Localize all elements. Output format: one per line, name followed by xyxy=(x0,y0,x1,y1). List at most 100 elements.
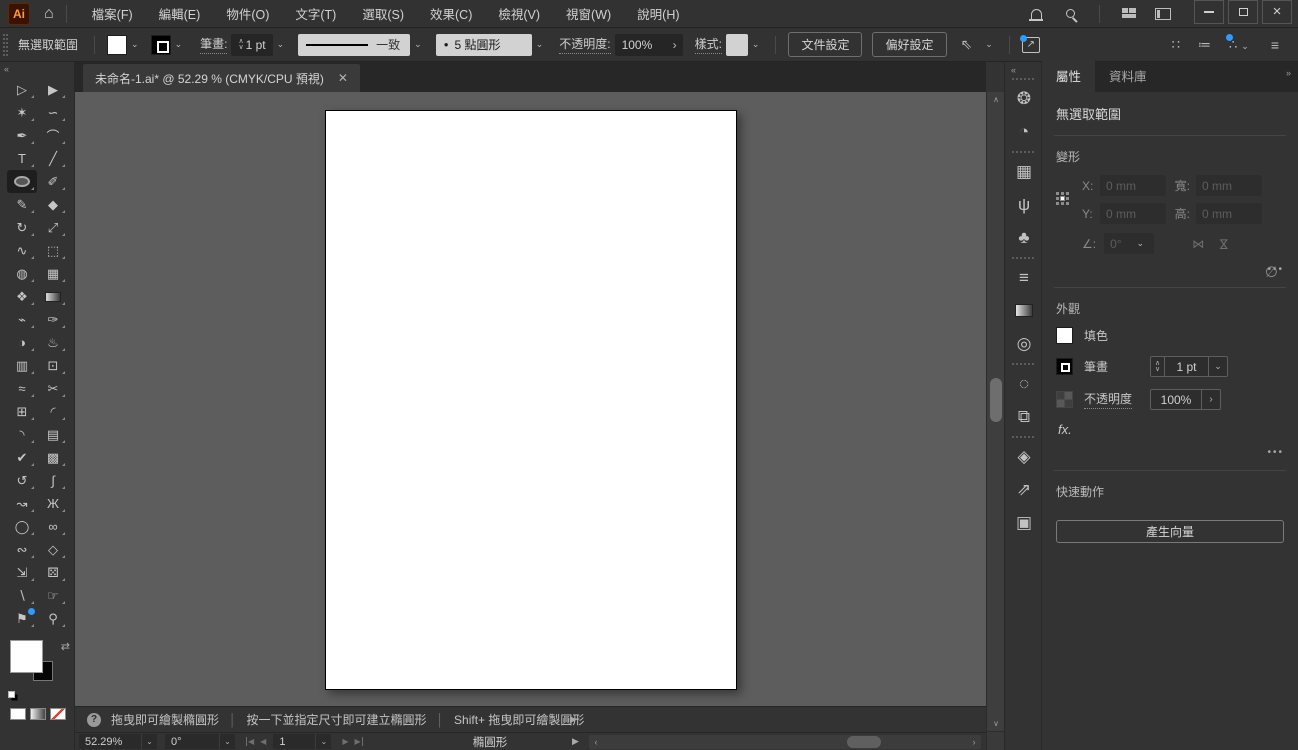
snap-options-icon[interactable]: ∴ ⌄ xyxy=(1226,33,1253,53)
artboard[interactable] xyxy=(325,110,737,690)
document-setup-button[interactable]: 文件設定 xyxy=(788,32,863,57)
eyedropper-tool[interactable]: ✑ xyxy=(38,308,68,331)
rotate-tool[interactable]: ↻ xyxy=(7,216,37,239)
zoom-dropdown-icon[interactable]: ⌄ xyxy=(141,734,157,749)
measure-tool[interactable]: ▤ xyxy=(38,423,68,446)
flip-vertical-icon[interactable]: ⋈ xyxy=(1217,237,1231,251)
illustrator-logo-icon[interactable]: Ai xyxy=(8,2,30,25)
swap-fill-stroke-icon[interactable]: ⇄ xyxy=(61,640,70,653)
stroke-weight-value[interactable]: 1 pt xyxy=(1165,356,1209,377)
hand-tool[interactable]: ☞ xyxy=(38,584,68,607)
default-fill-stroke-icon[interactable] xyxy=(8,691,15,698)
blade-tool[interactable]: ∖ xyxy=(7,584,37,607)
curvature-tool[interactable]: ⌒ xyxy=(38,124,68,147)
knife-tool[interactable]: ⌁ xyxy=(7,308,37,331)
diamond-graph-tool[interactable]: ◇ xyxy=(38,538,68,561)
menu-item-8[interactable]: 說明(H) xyxy=(624,0,692,28)
generate-vectors-button[interactable]: 產生向量 xyxy=(1056,520,1284,543)
type-tool[interactable]: T xyxy=(7,147,37,170)
preferences-button[interactable]: 偏好設定 xyxy=(872,32,947,57)
color-guide-panel-icon[interactable]: ◔ xyxy=(1005,115,1043,148)
column-graph-tool[interactable]: ▥ xyxy=(7,354,37,377)
select-similar-icon[interactable]: ⇖ xyxy=(961,36,973,53)
transform-more-options-icon[interactable]: ••• xyxy=(1056,264,1284,275)
opacity-label[interactable]: 不透明度: xyxy=(559,35,611,54)
horizontal-scroll-thumb[interactable] xyxy=(847,736,881,748)
symbol-sprayer-tool[interactable]: ♨ xyxy=(38,331,68,354)
flip-horizontal-icon[interactable]: ⋈ xyxy=(1192,237,1204,251)
magic-wand-tool[interactable]: ✶ xyxy=(7,101,37,124)
scroll-left-icon[interactable]: ‹ xyxy=(589,737,603,747)
scroll-right-icon[interactable]: › xyxy=(967,737,981,747)
pen-tool[interactable]: ✒ xyxy=(7,124,37,147)
scale-tool[interactable]: ⤢ xyxy=(38,216,68,239)
x-field[interactable]: 0 mm xyxy=(1100,175,1166,196)
zoom-tool[interactable]: ⚲ xyxy=(38,607,68,630)
direct-selection-tool[interactable]: ▶ xyxy=(38,78,68,101)
rotation-dropdown-icon[interactable]: ⌄ xyxy=(219,734,235,749)
drag-grip[interactable] xyxy=(3,33,8,56)
canvas-area[interactable] xyxy=(75,92,986,706)
first-artboard-icon[interactable]: ◀ xyxy=(246,737,254,746)
stroke-color-swatch[interactable] xyxy=(150,34,171,55)
dock-grip[interactable] xyxy=(1012,257,1034,259)
tab-libraries[interactable]: 資料庫 xyxy=(1095,60,1161,92)
vertical-scrollbar[interactable]: ∧ ∨ xyxy=(986,92,1005,750)
workspace-switcher-icon[interactable] xyxy=(1146,0,1180,28)
appearance-more-options-icon[interactable]: ••• xyxy=(1056,447,1284,458)
smooth-tool[interactable]: ≈ xyxy=(7,377,37,400)
scroll-up-icon[interactable]: ∧ xyxy=(987,92,1005,106)
status-expander-icon[interactable]: ▶ xyxy=(572,736,579,747)
fill-color-swatch[interactable] xyxy=(107,34,128,55)
texture-tool[interactable]: ▩ xyxy=(38,446,68,469)
none-mode-button[interactable] xyxy=(50,708,66,720)
transparency-panel-icon[interactable]: ◎ xyxy=(1005,327,1043,360)
stroke-weight-dropdown-icon[interactable]: ⌄ xyxy=(1209,356,1228,377)
last-artboard-icon[interactable]: ▶ xyxy=(354,737,363,746)
ellipse-tool[interactable] xyxy=(7,170,37,193)
notifications-bell-icon[interactable] xyxy=(1019,0,1053,28)
binoculars-tool[interactable]: ∞ xyxy=(38,515,68,538)
blob-brush-tool[interactable]: ◯ xyxy=(7,515,37,538)
fill-swatch[interactable] xyxy=(1056,327,1073,344)
gradient-panel-icon[interactable] xyxy=(1005,294,1043,327)
width-field[interactable]: 0 mm xyxy=(1196,175,1262,196)
tab-properties[interactable]: 屬性 xyxy=(1042,60,1096,92)
export-panel-icon[interactable]: ⇗ xyxy=(1005,473,1043,506)
help-icon[interactable]: ? xyxy=(87,712,101,727)
selection-tool[interactable]: ▷ xyxy=(7,78,37,101)
stroke-weight-dropdown-icon[interactable]: ⌄ xyxy=(273,39,289,50)
height-field[interactable]: 0 mm xyxy=(1196,203,1262,224)
reference-point-selector[interactable] xyxy=(1056,192,1071,207)
swatches-panel-icon[interactable]: ▦ xyxy=(1005,155,1043,188)
menu-item-7[interactable]: 視窗(W) xyxy=(553,0,624,28)
pathfinder-panel-icon[interactable]: ⧉ xyxy=(1005,400,1043,433)
brush-definition-preview[interactable]: ● 5 點圓形 xyxy=(435,33,532,56)
dock-grip[interactable] xyxy=(1012,363,1034,365)
align-options-icon[interactable]: ≔ xyxy=(1198,37,1211,53)
color-panel-icon[interactable]: ❂ xyxy=(1005,82,1043,115)
dock-grip[interactable] xyxy=(1012,151,1034,153)
menu-item-0[interactable]: 檔案(F) xyxy=(79,0,146,28)
menu-item-5[interactable]: 效果(C) xyxy=(417,0,485,28)
anchor-point-tool[interactable]: ◝ xyxy=(7,423,37,446)
scissors-tool[interactable]: ✂ xyxy=(38,377,68,400)
live-paint-bucket-tool[interactable]: ⊞ xyxy=(7,400,37,423)
y-field[interactable]: 0 mm xyxy=(1100,203,1166,224)
control-bar-menu-icon[interactable]: ≡ xyxy=(1271,37,1279,53)
opacity-value-field[interactable]: 100% xyxy=(1150,389,1202,410)
checkmark-brush-tool[interactable]: ✔ xyxy=(7,446,37,469)
toolbar-collapse-icon[interactable]: « xyxy=(0,62,74,74)
stroke-weight-label[interactable]: 筆畫: xyxy=(200,35,228,54)
shape-builder-tool[interactable]: ◍ xyxy=(7,262,37,285)
opacity-label[interactable]: 不透明度 xyxy=(1084,390,1133,409)
artboard-dropdown-icon[interactable]: ⌄ xyxy=(315,734,332,749)
rotate-angle-field[interactable]: 0° ⌄ xyxy=(1104,233,1155,254)
blend-tool[interactable]: ◑ xyxy=(7,331,37,354)
panel-collapse-icon[interactable]: » xyxy=(1286,68,1291,78)
window-maximize-button[interactable] xyxy=(1228,0,1258,24)
dock-collapse-icon[interactable]: « xyxy=(1005,62,1041,75)
link-dimensions-icon[interactable]: ∅ xyxy=(1265,263,1278,281)
brushes-panel-icon[interactable]: ψ xyxy=(1005,188,1043,221)
free-transform-tool[interactable]: ⬚ xyxy=(38,239,68,262)
